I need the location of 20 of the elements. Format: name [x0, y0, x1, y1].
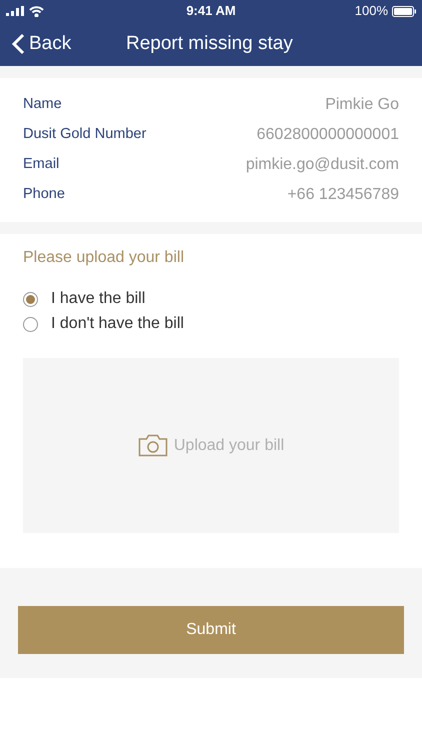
field-label: Dusit Gold Number — [23, 125, 146, 144]
field-label: Email — [23, 155, 60, 174]
radio-option[interactable]: I have the bill — [23, 288, 399, 310]
camera-icon — [138, 434, 168, 457]
battery-icon — [392, 6, 416, 16]
chevron-left-icon — [12, 33, 25, 55]
section-heading: Please upload your bill — [23, 248, 185, 266]
field-label: Phone — [23, 185, 65, 204]
field-label: Name — [23, 95, 62, 114]
screen-title: Report missing stay — [126, 32, 293, 56]
field-value: Pimkie Go — [325, 95, 399, 115]
field-value: pimkie.go@dusit.com — [246, 155, 399, 175]
status-time: 9:41 AM — [186, 2, 236, 20]
field-value: 6602800000000001 — [256, 125, 399, 145]
battery-percent: 100% — [354, 2, 388, 20]
field-value: +66 123456789 — [287, 185, 399, 205]
wifi-icon — [29, 6, 44, 16]
signal-icon — [6, 6, 24, 16]
radio-option[interactable]: I don't have the bill — [23, 313, 399, 335]
back-button[interactable]: Back — [0, 30, 72, 58]
